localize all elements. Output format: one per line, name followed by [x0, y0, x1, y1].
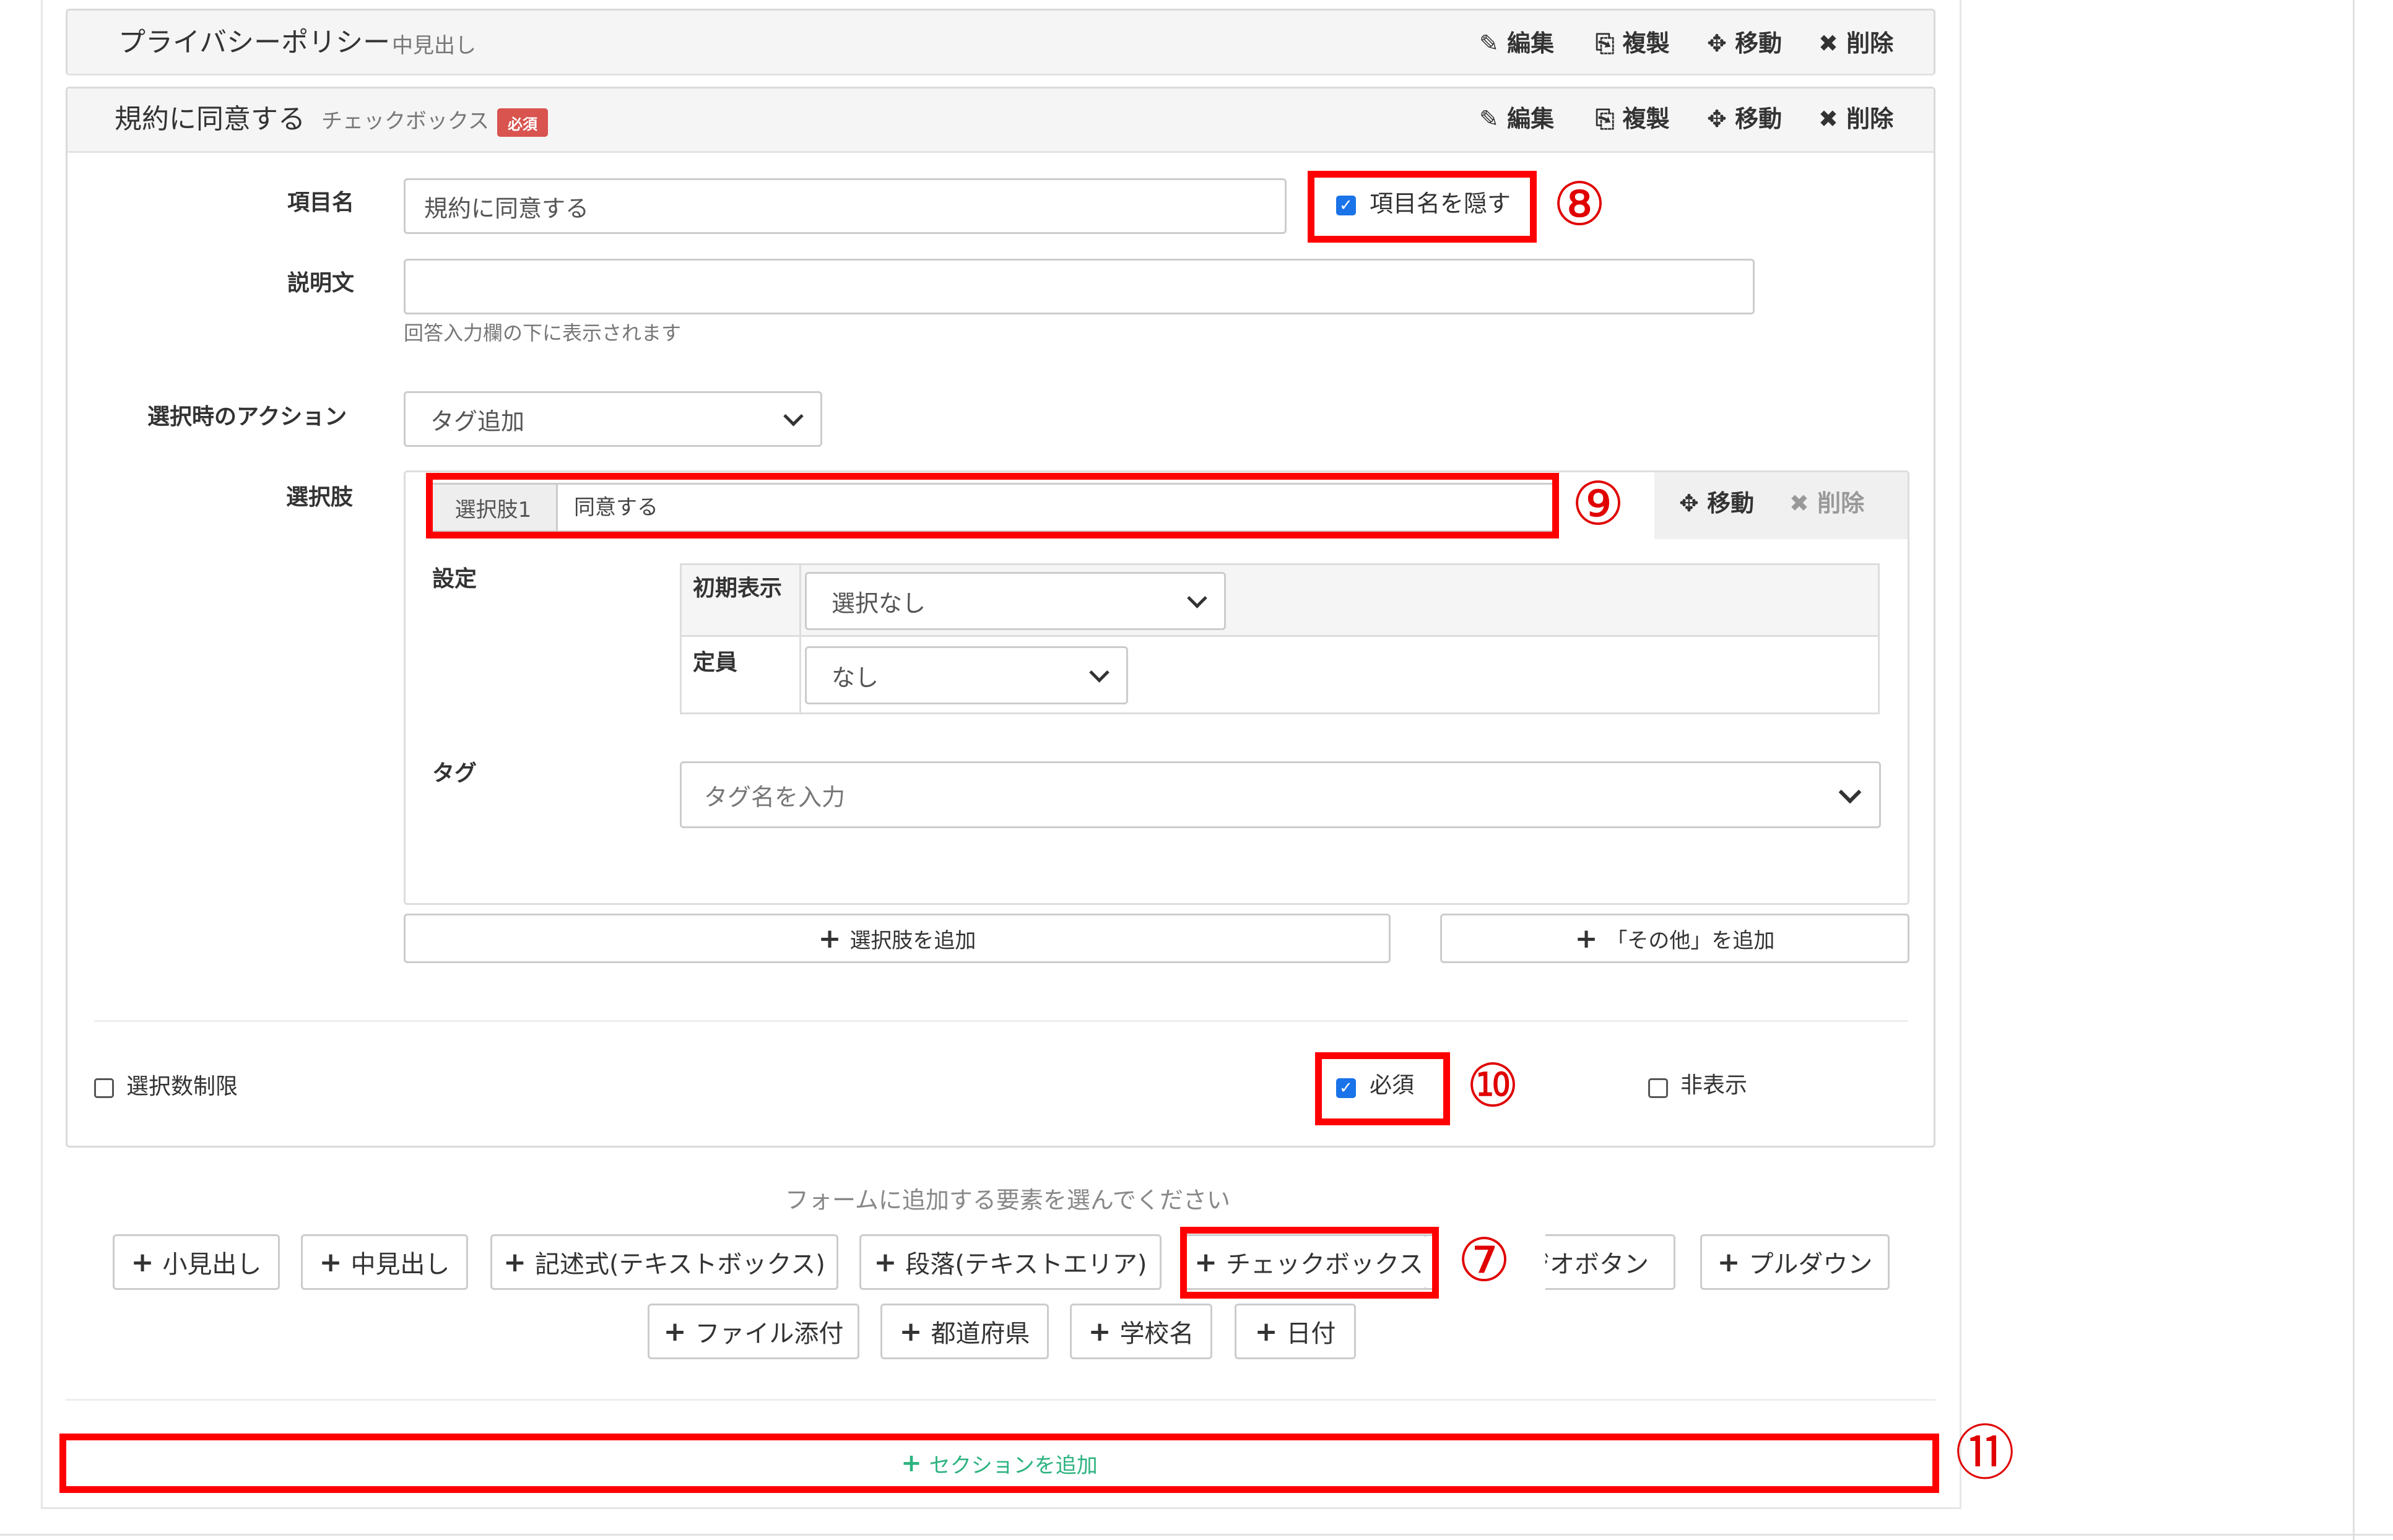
capacity-select-value: なし	[832, 664, 879, 691]
chevron-down-icon	[1838, 781, 1862, 804]
add-textbox-button[interactable]: + 記述式(テキストボックス)	[490, 1234, 838, 1290]
item-type: チェックボックス	[321, 109, 489, 134]
close-icon: ✖	[1818, 30, 1838, 57]
description-help: 回答入力欄の下に表示されます	[404, 321, 682, 345]
panel-divider	[2353, 0, 2355, 1540]
annotation-9: ⑨	[1571, 469, 1625, 539]
add-file-button[interactable]: + ファイル添付	[648, 1304, 859, 1359]
plus-icon: +	[663, 1315, 687, 1348]
initial-display-select[interactable]: 選択なし	[805, 572, 1226, 630]
plus-icon: +	[901, 1449, 922, 1477]
move-icon: ✥	[1707, 30, 1727, 57]
edit-button[interactable]: ✎ 編集	[1479, 107, 1554, 131]
close-icon: ✖	[1789, 490, 1809, 517]
palette-prompt: フォームに追加する要素を選んでください	[785, 1187, 1230, 1214]
add-small-heading-button[interactable]: + 小見出し	[113, 1234, 280, 1290]
copy-icon: ⎘	[1596, 30, 1615, 57]
description-input[interactable]	[404, 259, 1755, 314]
edit-button[interactable]: ✎ 編集	[1479, 32, 1554, 55]
hidden-label: 非表示	[1680, 1073, 1748, 1098]
action-select-value: タグ追加	[430, 407, 525, 435]
capacity-select[interactable]: なし	[805, 646, 1128, 704]
add-date-button[interactable]: + 日付	[1235, 1304, 1356, 1359]
action-select[interactable]: タグ追加	[404, 391, 822, 447]
move-button[interactable]: ✥ 移動	[1707, 32, 1782, 55]
plus-icon: +	[899, 1315, 923, 1348]
add-section-button[interactable]: + セクションを追加	[66, 1440, 1932, 1486]
pencil-icon: ✎	[1479, 30, 1499, 57]
add-pulldown-button[interactable]: + プルダウン	[1700, 1234, 1890, 1290]
highlight-box-7	[1180, 1227, 1439, 1299]
move-button[interactable]: ✥ 移動	[1707, 107, 1782, 131]
check-icon: ✓	[1339, 196, 1353, 215]
choice-move-button[interactable]: ✥ 移動	[1679, 491, 1754, 515]
settings-col-divider	[799, 565, 801, 712]
required-label: 必須	[1370, 1073, 1415, 1098]
add-other-button[interactable]: + 「その他」を追加	[1440, 914, 1909, 963]
plus-icon: +	[319, 1246, 342, 1278]
description-label: 説明文	[287, 270, 355, 296]
chevron-down-icon	[1187, 588, 1207, 608]
hide-name-label: 項目名を隠す	[1370, 190, 1511, 217]
plus-icon: +	[818, 922, 841, 954]
copy-icon: ⎘	[1596, 105, 1615, 132]
divider	[94, 1020, 1908, 1022]
delete-button[interactable]: ✖ 削除	[1818, 107, 1893, 131]
plus-icon: +	[1717, 1246, 1740, 1278]
item-name-input[interactable]: 規約に同意する	[404, 178, 1287, 234]
hide-name-checkbox[interactable]: ✓	[1336, 196, 1356, 215]
chevron-down-icon	[1089, 662, 1110, 683]
panel-bottom-border	[0, 1534, 2393, 1536]
duplicate-button[interactable]: ⎘ 複製	[1596, 32, 1670, 55]
choice-delete-button[interactable]: ✖ 削除	[1789, 491, 1864, 515]
card-header: 規約に同意する チェックボックス 必須 ✎ 編集 ⎘ 複製 ✥ 移動 ✖ 削除	[67, 89, 1934, 153]
tag-placeholder: タグ名を入力	[704, 783, 846, 811]
plus-icon: +	[1574, 922, 1598, 954]
add-choice-button[interactable]: + 選択肢を追加	[404, 914, 1391, 963]
required-checkbox[interactable]: ✓	[1336, 1078, 1356, 1098]
divider	[66, 1399, 1935, 1401]
check-icon: ✓	[1339, 1079, 1353, 1097]
delete-button[interactable]: ✖ 削除	[1818, 32, 1893, 55]
add-heading-button[interactable]: + 中見出し	[301, 1234, 468, 1290]
annotation-7: ⑦	[1457, 1226, 1511, 1295]
item-type: 中見出し	[392, 33, 476, 58]
plus-icon: +	[131, 1246, 154, 1278]
add-school-button[interactable]: + 学校名	[1070, 1304, 1212, 1359]
initial-label: 初期表示	[693, 576, 783, 601]
plus-icon: +	[874, 1246, 897, 1278]
settings-label: 設定	[432, 566, 477, 592]
plus-icon: +	[503, 1246, 527, 1278]
tag-label: タグ	[432, 761, 477, 786]
limit-checkbox[interactable]	[94, 1078, 114, 1098]
initial-select-value: 選択なし	[832, 589, 926, 617]
annotation-8: ⑧	[1553, 170, 1607, 239]
hidden-checkbox[interactable]	[1648, 1078, 1668, 1098]
annotation-10: ⑩	[1466, 1051, 1520, 1120]
form-item-card-heading: プライバシーポリシー 中見出し ✎ 編集 ⎘ 複製 ✥ 移動 ✖ 削除	[66, 9, 1935, 76]
highlight-box-9	[426, 473, 1559, 539]
item-name-label: 項目名	[287, 190, 355, 215]
plus-icon: +	[1254, 1315, 1278, 1348]
move-icon: ✥	[1679, 490, 1699, 517]
add-textarea-button[interactable]: + 段落(テキストエリア)	[859, 1234, 1162, 1290]
add-prefecture-button[interactable]: + 都道府県	[880, 1304, 1049, 1359]
plus-icon: +	[1088, 1315, 1111, 1348]
capacity-label: 定員	[693, 650, 738, 675]
duplicate-button[interactable]: ⎘ 複製	[1596, 107, 1670, 131]
chevron-down-icon	[783, 406, 804, 426]
choices-label: 選択肢	[286, 485, 354, 510]
item-title: プライバシーポリシー	[118, 27, 391, 58]
move-icon: ✥	[1707, 105, 1727, 132]
action-label: 選択時のアクション	[147, 404, 347, 430]
annotation-11: ⑪	[1955, 1419, 2015, 1488]
close-icon: ✖	[1818, 105, 1838, 132]
pencil-icon: ✎	[1479, 105, 1499, 132]
item-title: 規約に同意する	[115, 103, 305, 135]
limit-label: 選択数制限	[126, 1074, 238, 1099]
tag-select[interactable]: タグ名を入力	[680, 761, 1881, 828]
required-badge: 必須	[497, 108, 548, 137]
